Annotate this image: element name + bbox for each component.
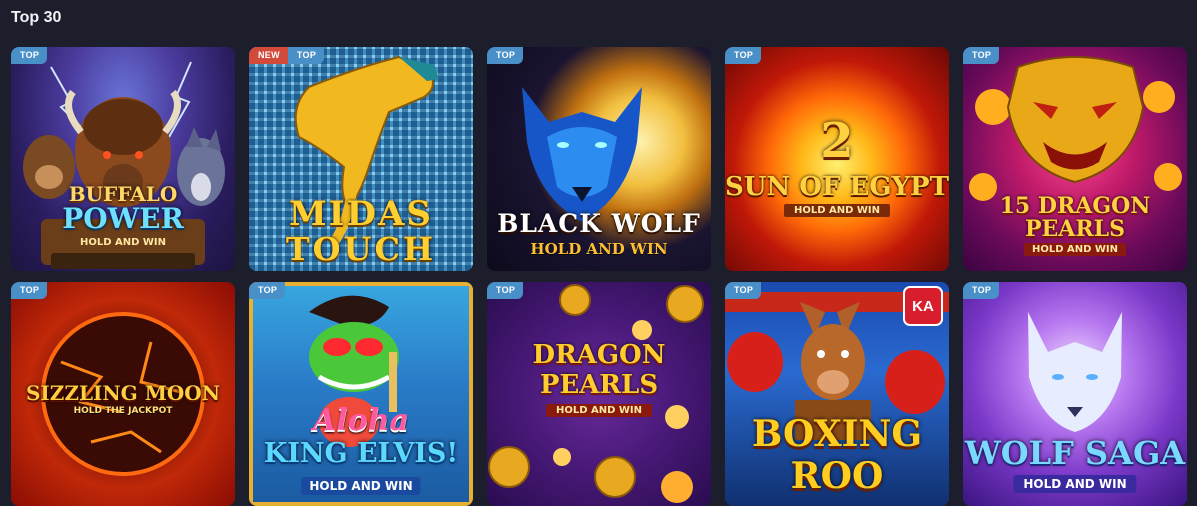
game-title-line2: TOUCH <box>285 230 437 268</box>
top-badge: TOP <box>487 47 524 64</box>
game-tile-wolf-saga[interactable]: WOLF SAGA HOLD AND WIN TOP <box>963 282 1187 506</box>
top-badge: TOP <box>963 47 1000 64</box>
provider-logo: KA <box>903 286 943 326</box>
frog-elvis-illustration <box>249 282 473 506</box>
game-title-line1: Aloha <box>313 403 409 438</box>
top-badge: TOP <box>11 282 48 299</box>
game-subtitle: HOLD AND WIN <box>1023 243 1127 256</box>
top-badge: TOP <box>249 282 286 299</box>
game-tile-buffalo-power[interactable]: BUFFALO POWER HOLD AND WIN TOP <box>11 47 235 271</box>
new-badge: NEW <box>249 47 288 64</box>
game-title-line1: BLACK WOLF <box>497 209 701 238</box>
game-title-line2: KING ELVIS! <box>263 438 459 469</box>
game-title-line2: PEARLS <box>1024 216 1126 242</box>
top-badge: TOP <box>487 282 524 299</box>
game-tile-midas-touch[interactable]: MIDAS TOUCH NEW TOP <box>249 47 473 271</box>
game-title-line1: 15 DRAGON <box>999 193 1151 219</box>
game-title-line1: MIDAS <box>289 194 433 234</box>
game-subtitle: HOLD AND WIN <box>1013 475 1137 493</box>
game-tile-sizzling-moon[interactable]: SIZZLING MOON HOLD THE JACKPOT TOP <box>11 282 235 506</box>
game-title-line1: 2 <box>820 113 854 169</box>
game-subtitle: HOLD AND WIN <box>545 404 653 417</box>
game-title-line1: BOXING <box>751 413 923 455</box>
game-subtitle: HOLD THE JACKPOT <box>73 406 173 416</box>
game-tile-black-wolf[interactable]: BLACK WOLF HOLD AND WIN TOP <box>487 47 711 271</box>
game-title-line2: PEARLS <box>539 370 659 400</box>
game-title-line1: DRAGON <box>532 340 666 370</box>
game-tile-15-dragon-pearls[interactable]: 15 DRAGON PEARLS HOLD AND WIN TOP <box>963 47 1187 271</box>
game-title-line2: POWER <box>62 202 184 235</box>
game-tile-dragon-pearls[interactable]: DRAGON PEARLS HOLD AND WIN TOP <box>487 282 711 506</box>
game-title-line1: WOLF SAGA <box>964 434 1186 472</box>
badge-group: TOP <box>487 282 524 299</box>
game-subtitle: HOLD AND WIN <box>530 240 668 258</box>
badge-group: NEW TOP <box>249 47 325 64</box>
section-title: Top 30 <box>11 9 62 26</box>
top-badge: TOP <box>11 47 48 64</box>
badge-group: TOP <box>249 282 286 299</box>
game-title-line1: BUFFALO <box>68 182 178 206</box>
game-title-line2: SUN OF EGYPT <box>725 172 949 202</box>
badge-group: TOP <box>11 282 48 299</box>
games-grid: BUFFALO POWER HOLD AND WIN TOP MIDAS TOU… <box>11 47 1187 506</box>
top-badge: TOP <box>963 282 1000 299</box>
badge-group: TOP <box>963 47 1000 64</box>
badge-group: TOP <box>963 282 1000 299</box>
badge-group: TOP <box>725 282 762 299</box>
game-subtitle: HOLD AND WIN <box>783 204 891 217</box>
badge-group: TOP <box>725 47 762 64</box>
game-subtitle: HOLD AND WIN <box>79 237 167 248</box>
top-badge: TOP <box>287 47 325 64</box>
game-subtitle: HOLD AND WIN <box>301 477 421 495</box>
game-title-line2: ROO <box>790 455 884 497</box>
badge-group: TOP <box>487 47 524 64</box>
game-tile-aloha-king-elvis[interactable]: Aloha KING ELVIS! HOLD AND WIN TOP <box>249 282 473 506</box>
game-title-line1: SIZZLING MOON <box>25 381 220 405</box>
top-badge: TOP <box>725 282 762 299</box>
white-wolf-illustration <box>1028 312 1122 432</box>
game-tile-sun-of-egypt-2[interactable]: 2 SUN OF EGYPT HOLD AND WIN TOP <box>725 47 949 271</box>
game-tile-boxing-roo[interactable]: BOXING ROO KA TOP <box>725 282 949 506</box>
badge-group: TOP <box>11 47 48 64</box>
top-badge: TOP <box>725 47 762 64</box>
